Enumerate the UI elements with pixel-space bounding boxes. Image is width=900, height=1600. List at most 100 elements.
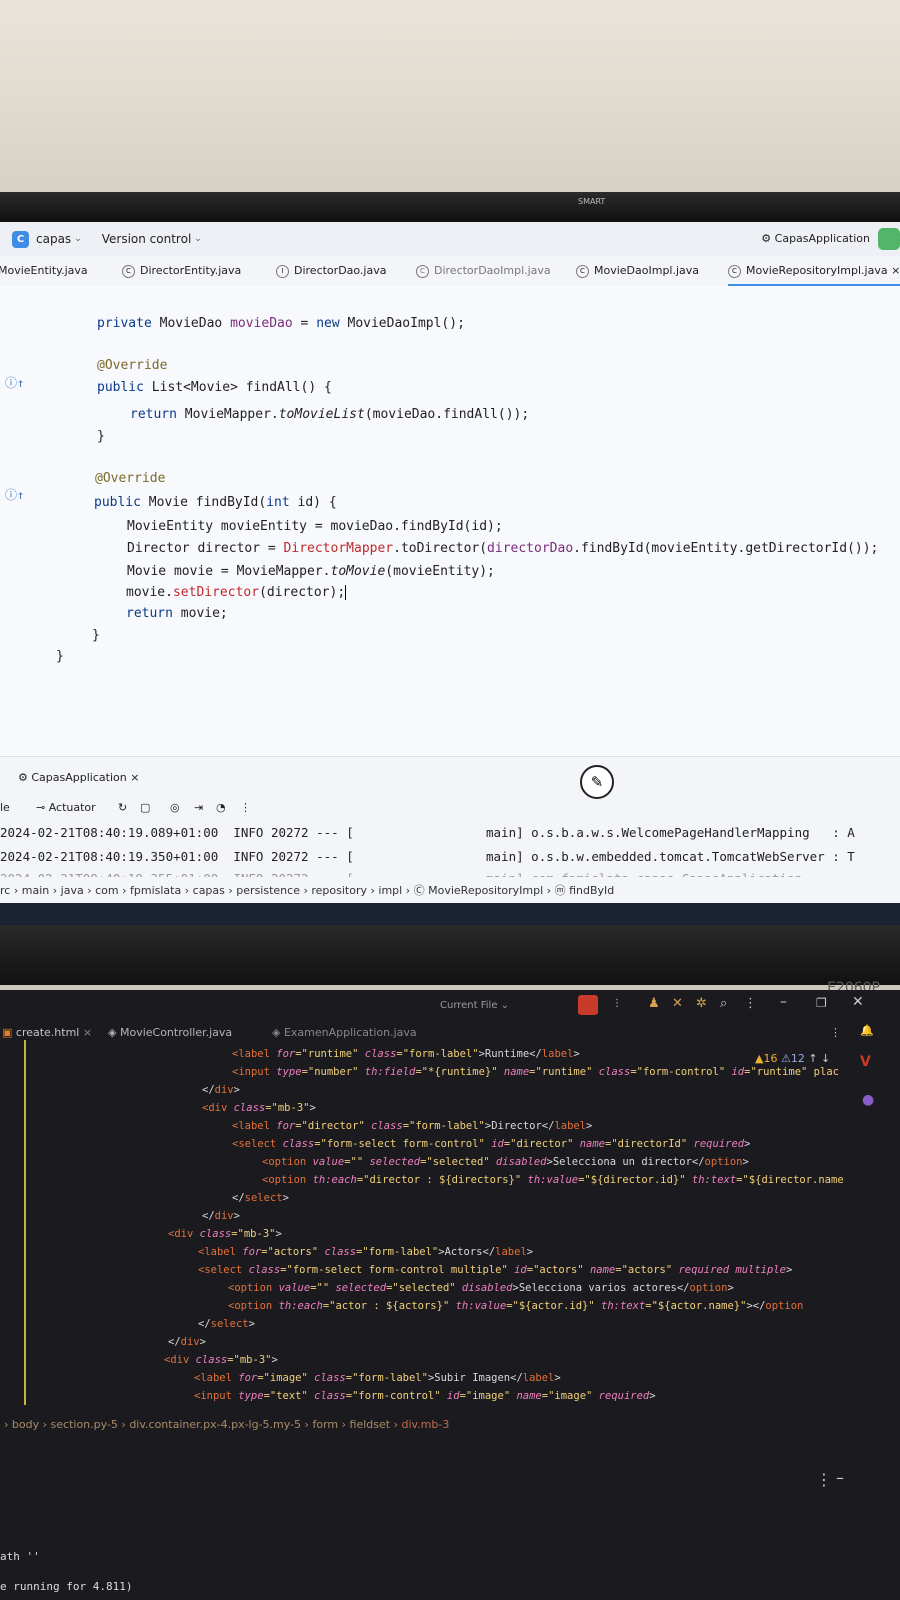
code-line: </div> <box>168 1336 206 1348</box>
tab-examen-application[interactable]: ◈ ExamenApplication.java <box>272 1026 417 1039</box>
code-line: Director director = DirectorMapper.toDir… <box>127 541 879 556</box>
exit-icon[interactable]: ⇥ <box>194 801 203 814</box>
class-icon: C <box>728 264 741 278</box>
text-cursor <box>345 585 347 600</box>
tab-label: DirectorDaoImpl.java <box>434 264 551 277</box>
class-icon: C <box>122 264 135 278</box>
code-line: </div> <box>202 1084 240 1096</box>
log-line: 2024-02-21T08:40:19.089+01:00 INFO 20272… <box>0 825 354 840</box>
code-line: </select> <box>232 1192 289 1204</box>
crumb[interactable]: fieldset <box>350 1418 391 1431</box>
tab-movie-repository-impl[interactable]: C MovieRepositoryImpl.java × <box>728 264 900 286</box>
crumb[interactable]: body <box>12 1418 39 1431</box>
crumb[interactable]: fpmislata <box>130 884 181 897</box>
current-file-selector[interactable]: Current File ⌄ <box>440 1000 509 1011</box>
crumb[interactable]: capas <box>193 884 225 897</box>
close-icon[interactable]: ✕ <box>852 994 864 1010</box>
implements-gutter-icon[interactable]: ⓘ↑ <box>5 486 24 503</box>
crumb[interactable]: repository <box>311 884 367 897</box>
minimize-icon[interactable]: – <box>780 994 787 1010</box>
crumb[interactable]: impl <box>378 884 402 897</box>
crumb[interactable]: form <box>312 1418 338 1431</box>
code-line: @Override <box>95 471 166 486</box>
laptop-lid <box>0 925 900 985</box>
tab-run-capas-application[interactable]: ⚙ CapasApplication × <box>18 771 139 784</box>
build-icon[interactable]: ✕ <box>672 996 683 1011</box>
code-line: <div class="mb-3"> <box>168 1228 282 1240</box>
tab-label: DirectorEntity.java <box>140 264 242 277</box>
code-line: private MovieDao movieDao = new MovieDao… <box>97 316 465 331</box>
crumb[interactable]: div.container.px-4.px-lg-5.my-5 <box>129 1418 301 1431</box>
tab-director-dao[interactable]: I DirectorDao.java <box>276 264 386 278</box>
minimize-icon[interactable]: – <box>836 1468 844 1487</box>
taskbar <box>0 903 900 925</box>
crumb[interactable]: com <box>95 884 119 897</box>
code-editor[interactable]: private MovieDao movieDao = new MovieDao… <box>0 286 900 756</box>
stop-icon[interactable]: ▢ <box>140 801 150 814</box>
code-line: <select class="form-select form-control"… <box>232 1138 751 1150</box>
tab-create-html[interactable]: ▣ create.html × <box>2 1026 92 1039</box>
crumb[interactable]: persistence <box>236 884 300 897</box>
chevron-down-icon[interactable]: ⌄ <box>194 234 202 244</box>
code-line: </div> <box>202 1210 240 1222</box>
tab-director-dao-impl[interactable]: C DirectorDaoImpl.java <box>416 264 551 278</box>
dark-title-bar: Current File ⌄ ⋮ ♟ ✕ ✲ ⌕ ⋮ – ❐ ✕ <box>0 990 900 1024</box>
code-line: <select class="form-select form-control … <box>198 1264 793 1276</box>
console-tab[interactable]: le <box>0 801 10 814</box>
more-icon[interactable]: ⋮ <box>240 801 251 814</box>
tab-director-entity[interactable]: C DirectorEntity.java <box>122 264 241 278</box>
crumb[interactable]: java <box>61 884 84 897</box>
crumb[interactable]: findById <box>569 884 614 897</box>
run-button[interactable] <box>878 228 900 250</box>
project-badge[interactable]: C <box>12 230 29 248</box>
maximize-icon[interactable]: ❐ <box>816 996 827 1010</box>
log-line-logger: main] o.s.b.a.w.s.WelcomePageHandlerMapp… <box>486 825 855 840</box>
editor-tabs: MovieEntity.java C DirectorEntity.java ID… <box>0 256 900 287</box>
crumb[interactable]: main <box>22 884 49 897</box>
more-icon[interactable]: ⋮ <box>612 998 622 1009</box>
tab-movie-dao-impl[interactable]: C MovieDaoImpl.java <box>576 264 699 278</box>
ide-window: C capas ⌄ Version control ⌄ ⚙ CapasAppli… <box>0 222 900 925</box>
stop-button[interactable] <box>578 995 598 1015</box>
camera-icon[interactable]: ◎ <box>170 801 180 814</box>
code-line: <input type="number" th:field="*{runtime… <box>232 1066 839 1078</box>
more-icon[interactable]: ⋮ <box>830 1026 841 1039</box>
users-icon[interactable]: ♟ <box>648 996 660 1011</box>
code-line: <input type="text" class="form-control" … <box>194 1390 656 1402</box>
tab-label: MovieRepositoryImpl.java <box>746 264 888 277</box>
run-config-selector[interactable]: ⚙ CapasApplication <box>761 232 870 245</box>
code-line: movie.setDirector(director); <box>126 585 347 600</box>
notification-icon[interactable]: 🔔 <box>860 1024 874 1037</box>
project-name[interactable]: capas <box>36 232 71 246</box>
gauge-icon[interactable]: ◔ <box>216 801 226 814</box>
crumb[interactable]: section.py-5 <box>51 1418 118 1431</box>
terminal-output: e running for 4.811) <box>0 1580 133 1593</box>
actuator-tab[interactable]: ⊸ Actuator <box>36 801 96 814</box>
dark-code-editor[interactable]: <label for="runtime" class="form-label">… <box>0 1046 900 1416</box>
crumb[interactable]: MovieRepositoryImpl <box>428 884 543 897</box>
terminal-output: ath '' <box>0 1550 40 1563</box>
edit-pen-icon[interactable]: ✎ <box>580 765 614 799</box>
code-line: @Override <box>97 358 168 373</box>
gear-icon[interactable]: ✲ <box>696 996 707 1011</box>
code-line: Movie movie = MovieMapper.toMovie(movieE… <box>127 564 495 579</box>
more-icon[interactable]: ⋮ <box>816 1470 832 1489</box>
rerun-icon[interactable]: ↻ <box>118 801 127 814</box>
title-bar: C capas ⌄ Version control ⌄ ⚙ CapasAppli… <box>0 222 900 256</box>
close-icon[interactable]: × <box>130 771 139 784</box>
tab-movie-controller[interactable]: ◈ MovieController.java <box>108 1026 232 1039</box>
code-line: return MovieMapper.toMovieList(movieDao.… <box>130 407 530 422</box>
chevron-down-icon[interactable]: ⌄ <box>74 234 82 244</box>
version-control-menu[interactable]: Version control <box>102 232 192 246</box>
close-icon[interactable]: × <box>891 264 900 277</box>
html-breadcrumb: › body › section.py-5 › div.container.px… <box>4 1418 450 1431</box>
implements-gutter-icon[interactable]: ⓘ↑ <box>5 374 24 391</box>
crumb[interactable]: rc <box>0 884 10 897</box>
crumb[interactable]: div.mb-3 <box>401 1418 449 1431</box>
more-icon[interactable]: ⋮ <box>744 996 757 1011</box>
ai-assistant-icon[interactable]: ● <box>862 1092 874 1108</box>
tab-movie-entity[interactable]: MovieEntity.java <box>0 264 88 277</box>
monitor-brand-logo: SMART <box>578 197 606 206</box>
search-icon[interactable]: ⌕ <box>720 996 727 1011</box>
code-line: <label for="runtime" class="form-label">… <box>232 1048 580 1060</box>
